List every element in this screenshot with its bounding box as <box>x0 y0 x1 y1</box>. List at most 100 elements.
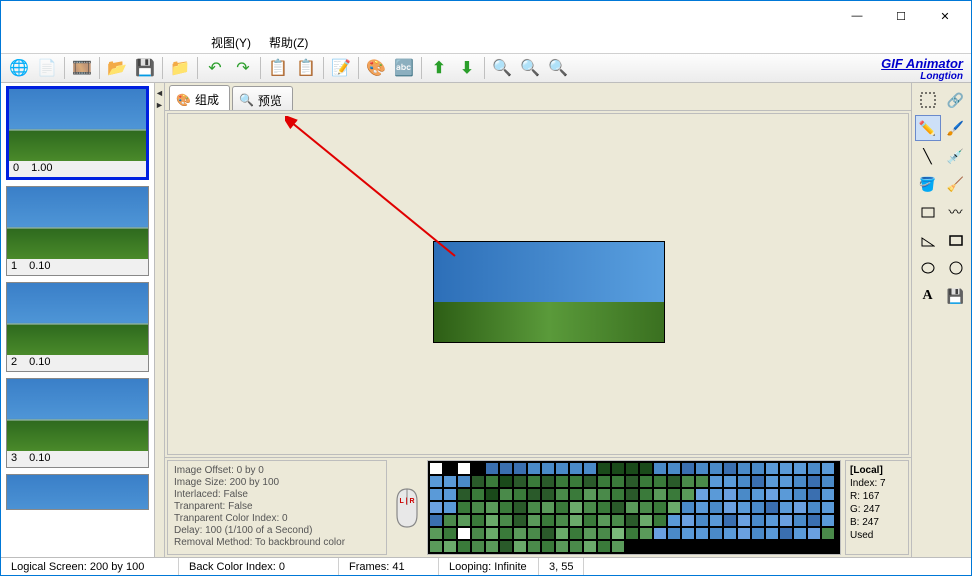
color-swatch[interactable] <box>499 488 513 501</box>
paste-icon[interactable]: 📋 <box>293 55 319 81</box>
ellipse-icon[interactable] <box>915 255 941 281</box>
color-swatch[interactable] <box>583 514 597 527</box>
tab-preview[interactable]: 🔍 预览 <box>232 86 293 110</box>
rect-fill-icon[interactable] <box>943 227 969 253</box>
color-swatch[interactable] <box>457 540 471 553</box>
color-swatch[interactable] <box>443 540 457 553</box>
eraser-icon[interactable]: 🧹 <box>943 171 969 197</box>
color-swatch[interactable] <box>555 501 569 514</box>
maximize-button[interactable]: ☐ <box>879 2 923 30</box>
color-swatch[interactable] <box>457 462 471 475</box>
color-swatch[interactable] <box>443 501 457 514</box>
color-swatch[interactable] <box>737 514 751 527</box>
color-swatch[interactable] <box>821 514 835 527</box>
chevron-right-icon[interactable]: ► <box>155 100 164 110</box>
color-swatch[interactable] <box>513 475 527 488</box>
curve-icon[interactable]: 〰 <box>943 199 969 225</box>
color-swatch[interactable] <box>681 488 695 501</box>
color-swatch[interactable] <box>695 488 709 501</box>
polygon-icon[interactable] <box>915 227 941 253</box>
tab-compose[interactable]: 🎨 组成 <box>169 85 230 110</box>
color-swatch[interactable] <box>653 475 667 488</box>
brush-icon[interactable]: 🖌️ <box>943 115 969 141</box>
color-swatch[interactable] <box>653 462 667 475</box>
color-swatch[interactable] <box>429 501 443 514</box>
color-swatch[interactable] <box>653 488 667 501</box>
color-swatch[interactable] <box>513 488 527 501</box>
color-swatch[interactable] <box>569 488 583 501</box>
color-swatch[interactable] <box>625 514 639 527</box>
menu-view[interactable]: 视图(Y) <box>211 34 251 51</box>
color-swatch[interactable] <box>779 527 793 540</box>
color-swatch[interactable] <box>751 527 765 540</box>
color-swatch[interactable] <box>723 462 737 475</box>
color-swatch[interactable] <box>471 501 485 514</box>
color-swatch[interactable] <box>611 475 625 488</box>
color-swatch[interactable] <box>793 527 807 540</box>
color-swatch[interactable] <box>485 462 499 475</box>
color-swatch[interactable] <box>667 475 681 488</box>
color-swatch[interactable] <box>499 540 513 553</box>
rect-icon[interactable] <box>915 199 941 225</box>
color-swatch[interactable] <box>429 462 443 475</box>
minimize-button[interactable]: — <box>835 2 879 30</box>
color-swatch[interactable] <box>471 475 485 488</box>
color-swatch[interactable] <box>751 514 765 527</box>
color-swatch[interactable] <box>653 527 667 540</box>
color-swatch[interactable] <box>513 527 527 540</box>
folder-icon[interactable]: 📁 <box>167 55 193 81</box>
color-swatch[interactable] <box>821 501 835 514</box>
color-swatch[interactable] <box>695 475 709 488</box>
color-swatch[interactable] <box>695 514 709 527</box>
color-swatch[interactable] <box>765 514 779 527</box>
color-swatch[interactable] <box>625 527 639 540</box>
color-swatch[interactable] <box>429 475 443 488</box>
color-swatch[interactable] <box>723 488 737 501</box>
fill-icon[interactable]: 🪣 <box>915 171 941 197</box>
color-swatch[interactable] <box>779 514 793 527</box>
color-swatch[interactable] <box>737 527 751 540</box>
film-icon[interactable]: 🎞️ <box>69 55 95 81</box>
color-swatch[interactable] <box>793 462 807 475</box>
color-swatch[interactable] <box>709 462 723 475</box>
eyedropper-icon[interactable]: 💉 <box>943 143 969 169</box>
color-swatch[interactable] <box>765 527 779 540</box>
color-swatch[interactable] <box>583 488 597 501</box>
color-swatch[interactable] <box>597 540 611 553</box>
color-swatch[interactable] <box>597 501 611 514</box>
color-swatch[interactable] <box>821 527 835 540</box>
preview-image[interactable] <box>433 241 665 343</box>
circle-icon[interactable] <box>943 255 969 281</box>
color-swatch[interactable] <box>779 488 793 501</box>
color-swatch[interactable] <box>639 501 653 514</box>
color-swatch[interactable] <box>443 462 457 475</box>
color-swatch[interactable] <box>611 462 625 475</box>
color-swatch[interactable] <box>457 475 471 488</box>
color-swatch[interactable] <box>485 501 499 514</box>
color-swatch[interactable] <box>569 540 583 553</box>
color-swatch[interactable] <box>723 501 737 514</box>
color-swatch[interactable] <box>751 488 765 501</box>
color-swatch[interactable] <box>527 488 541 501</box>
color-swatch[interactable] <box>429 514 443 527</box>
color-swatch[interactable] <box>513 462 527 475</box>
effect2-icon[interactable]: 🔤 <box>391 55 417 81</box>
color-swatch[interactable] <box>611 501 625 514</box>
color-swatch[interactable] <box>597 527 611 540</box>
color-swatch[interactable] <box>597 475 611 488</box>
color-swatch[interactable] <box>485 514 499 527</box>
color-swatch[interactable] <box>527 527 541 540</box>
color-palette[interactable] <box>427 460 841 555</box>
color-swatch[interactable] <box>583 475 597 488</box>
color-swatch[interactable] <box>499 514 513 527</box>
color-swatch[interactable] <box>681 475 695 488</box>
color-swatch[interactable] <box>597 514 611 527</box>
color-swatch[interactable] <box>807 527 821 540</box>
color-swatch[interactable] <box>737 501 751 514</box>
pencil-icon[interactable]: ✏️ <box>915 115 941 141</box>
color-swatch[interactable] <box>499 501 513 514</box>
color-swatch[interactable] <box>583 540 597 553</box>
lasso-icon[interactable]: 🔗 <box>943 87 969 113</box>
color-swatch[interactable] <box>765 501 779 514</box>
color-swatch[interactable] <box>555 540 569 553</box>
